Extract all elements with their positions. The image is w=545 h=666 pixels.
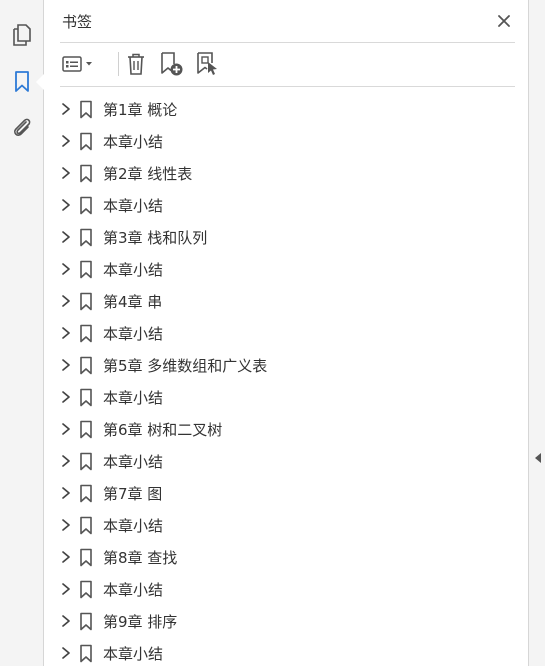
chevron-right-icon[interactable]: [57, 196, 75, 214]
bookmark-item[interactable]: 第3章 栈和队列: [55, 221, 515, 253]
bookmark-label: 本章小结: [103, 516, 164, 535]
chevron-right-icon[interactable]: [57, 164, 75, 182]
delete-button[interactable]: [123, 50, 149, 78]
bookmark-label: 第4章 串: [103, 292, 163, 311]
chevron-right-icon[interactable]: [57, 132, 75, 150]
bookmark-icon: [77, 291, 95, 311]
bookmarks-panel: 书签 第1章 概论 本章小结 第2章 线性表 本章小结 第3章 栈和队列 本章小…: [45, 0, 528, 666]
bookmark-label: 第6章 树和二叉树: [103, 420, 223, 439]
bookmark-icon: [77, 483, 95, 503]
bookmark-icon: [77, 355, 95, 375]
bookmark-icon: [77, 323, 95, 343]
close-icon: [498, 15, 510, 27]
bookmark-item[interactable]: 第7章 图: [55, 477, 515, 509]
options-menu-button[interactable]: [60, 50, 98, 78]
delete-icon: [128, 53, 144, 75]
bookmark-icon: [77, 99, 95, 119]
options-menu-icon: [62, 56, 92, 72]
bookmark-icon: [15, 71, 29, 92]
header-divider: [60, 42, 515, 43]
close-button[interactable]: [493, 10, 515, 32]
bookmark-item[interactable]: 本章小结: [55, 445, 515, 477]
chevron-right-icon[interactable]: [57, 516, 75, 534]
bookmark-label: 第2章 线性表: [103, 164, 193, 183]
bookmark-icon: [77, 611, 95, 631]
toolbar-divider-line: [60, 86, 515, 87]
bookmark-item[interactable]: 第6章 树和二叉树: [55, 413, 515, 445]
new-bookmark-icon: [161, 52, 183, 76]
bookmark-icon: [77, 387, 95, 407]
bookmark-icon: [77, 643, 95, 663]
bookmark-item[interactable]: 本章小结: [55, 253, 515, 285]
new-bookmark-from-structure-icon: [197, 52, 217, 75]
bookmark-item[interactable]: 第5章 多维数组和广义表: [55, 349, 515, 381]
toolbar-divider: [118, 52, 119, 76]
bookmark-item[interactable]: 本章小结: [55, 317, 515, 349]
bookmark-label: 第9章 排序: [103, 612, 178, 631]
bookmark-item[interactable]: 第1章 概论: [55, 93, 515, 125]
new-bookmark-button[interactable]: [157, 50, 185, 78]
bookmark-item[interactable]: 第2章 线性表: [55, 157, 515, 189]
pages-icon: [13, 24, 31, 46]
chevron-right-icon[interactable]: [57, 388, 75, 406]
chevron-right-icon[interactable]: [57, 644, 75, 662]
bookmark-icon: [77, 195, 95, 215]
panel-title: 书签: [62, 13, 93, 31]
chevron-right-icon[interactable]: [57, 260, 75, 278]
bookmark-label: 第5章 多维数组和广义表: [103, 356, 268, 375]
chevron-right-icon[interactable]: [57, 548, 75, 566]
bookmark-icon: [77, 547, 95, 567]
bookmark-label: 本章小结: [103, 644, 164, 663]
pages-button[interactable]: [8, 21, 36, 49]
chevron-right-icon[interactable]: [57, 484, 75, 502]
bookmark-item[interactable]: 本章小结: [55, 637, 515, 666]
attachment-icon: [14, 118, 31, 136]
bookmark-item[interactable]: 本章小结: [55, 509, 515, 541]
attachments-button[interactable]: [8, 113, 36, 141]
chevron-right-icon[interactable]: [57, 580, 75, 598]
bookmark-icon: [77, 163, 95, 183]
bookmark-label: 本章小结: [103, 388, 164, 407]
bookmark-icon: [77, 515, 95, 535]
chevron-right-icon[interactable]: [57, 228, 75, 246]
bookmark-icon: [77, 131, 95, 151]
new-bookmark-from-structure-button[interactable]: [193, 50, 221, 78]
bookmark-label: 第8章 查找: [103, 548, 178, 567]
bookmark-label: 第7章 图: [103, 484, 163, 503]
bookmarks-button[interactable]: [8, 68, 44, 96]
bookmark-icon: [77, 579, 95, 599]
bookmark-icon: [77, 419, 95, 439]
bookmark-item[interactable]: 本章小结: [55, 381, 515, 413]
bookmark-label: 本章小结: [103, 452, 164, 471]
chevron-right-icon[interactable]: [57, 100, 75, 118]
triangle-left-icon: [535, 453, 541, 463]
navigation-rail: [0, 0, 44, 666]
right-gutter: [528, 0, 545, 666]
chevron-right-icon[interactable]: [57, 420, 75, 438]
bookmark-label: 本章小结: [103, 580, 164, 599]
bookmark-item[interactable]: 第4章 串: [55, 285, 515, 317]
bookmark-label: 本章小结: [103, 132, 164, 151]
bookmarks-toolbar: [60, 50, 515, 78]
chevron-right-icon[interactable]: [57, 612, 75, 630]
chevron-right-icon[interactable]: [57, 324, 75, 342]
bookmark-label: 第3章 栈和队列: [103, 228, 208, 247]
bookmark-item[interactable]: 本章小结: [55, 189, 515, 221]
bookmark-item[interactable]: 第9章 排序: [55, 605, 515, 637]
bookmark-label: 本章小结: [103, 196, 164, 215]
bookmark-label: 第1章 概论: [103, 100, 178, 119]
panel-header: 书签: [60, 10, 515, 34]
bookmark-item[interactable]: 第8章 查找: [55, 541, 515, 573]
bookmark-label: 本章小结: [103, 324, 164, 343]
bookmark-label: 本章小结: [103, 260, 164, 279]
bookmark-icon: [77, 227, 95, 247]
bookmark-icon: [77, 451, 95, 471]
bookmark-item[interactable]: 本章小结: [55, 573, 515, 605]
chevron-right-icon[interactable]: [57, 452, 75, 470]
expand-panel-button[interactable]: [534, 451, 542, 465]
chevron-right-icon[interactable]: [57, 356, 75, 374]
bookmark-item[interactable]: 本章小结: [55, 125, 515, 157]
chevron-right-icon[interactable]: [57, 292, 75, 310]
bookmark-icon: [77, 259, 95, 279]
